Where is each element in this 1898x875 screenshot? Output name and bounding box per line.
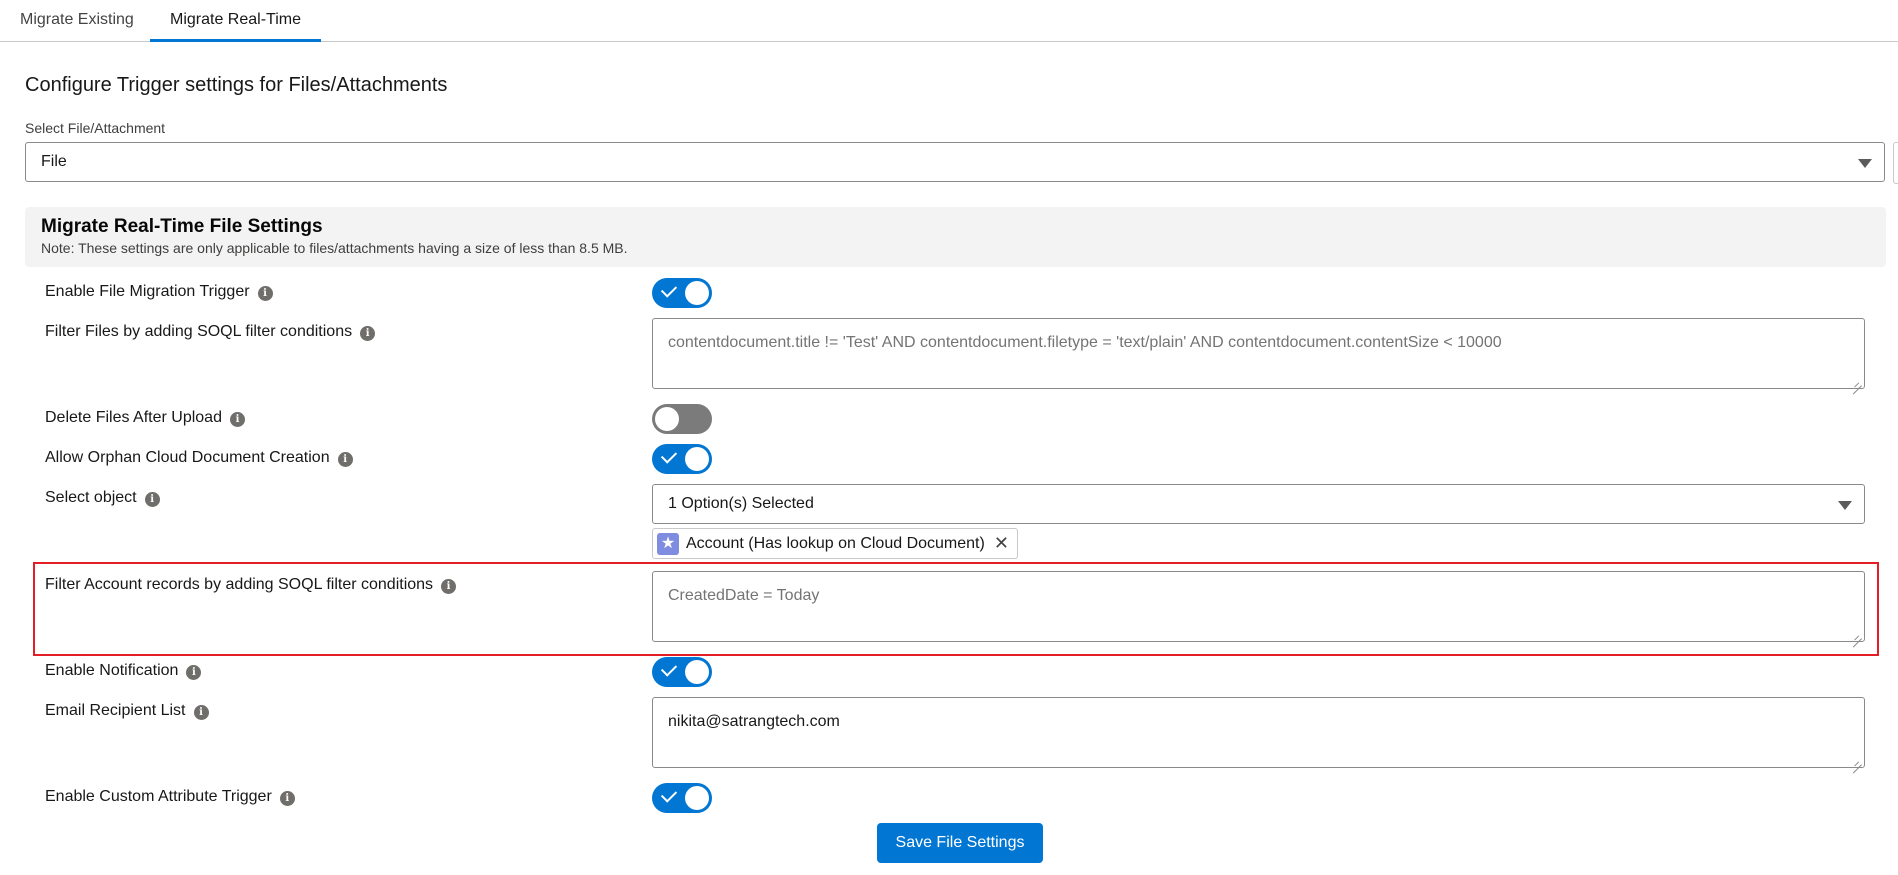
info-icon[interactable]: i (337, 452, 353, 467)
tab-migrate-real-time[interactable]: Migrate Real-Time (150, 0, 321, 42)
file-attachment-select-value: File (41, 153, 67, 170)
toggle-knob (685, 786, 709, 810)
filter-files-textarea[interactable]: contentdocument.title != 'Test' AND cont… (652, 318, 1865, 389)
section-note: Note: These settings are only applicable… (41, 240, 628, 256)
info-icon[interactable]: i (144, 492, 160, 507)
custom-attribute-label: Enable Custom Attribute Trigger i (45, 787, 295, 806)
delete-files-label: Delete Files After Upload i (45, 408, 245, 427)
delete-files-label-text: Delete Files After Upload (45, 408, 222, 426)
email-list-textarea[interactable]: nikita@satrangtech.com (652, 697, 1865, 768)
filter-account-placeholder: CreatedDate = Today (668, 587, 820, 604)
selected-object-pill: ★ Account (Has lookup on Cloud Document)… (652, 528, 1018, 559)
star-icon: ★ (657, 533, 679, 555)
email-list-label: Email Recipient List i (45, 701, 209, 720)
toggle-knob (685, 447, 709, 471)
chevron-down-icon (1838, 501, 1852, 510)
chevron-down-icon (1858, 159, 1872, 168)
filter-account-label: Filter Account records by adding SOQL fi… (45, 575, 457, 594)
pill-label: Account (Has lookup on Cloud Document) (686, 535, 985, 552)
resize-handle-icon[interactable] (1852, 376, 1862, 386)
page-title: Configure Trigger settings for Files/Att… (25, 74, 448, 96)
toggle-knob (685, 281, 709, 305)
checkmark-icon (660, 447, 678, 464)
enable-notification-label-text: Enable Notification (45, 661, 179, 679)
file-attachment-select[interactable]: File (25, 142, 1885, 182)
email-list-label-text: Email Recipient List (45, 701, 186, 719)
checkmark-icon (660, 281, 678, 298)
enable-notification-label: Enable Notification i (45, 661, 202, 680)
select-object-label: Select object i (45, 488, 160, 507)
edge-divider (1893, 142, 1898, 184)
tab-migrate-existing[interactable]: Migrate Existing (0, 0, 154, 42)
filter-account-label-text: Filter Account records by adding SOQL fi… (45, 575, 434, 593)
info-icon[interactable]: i (229, 412, 245, 427)
resize-handle-icon[interactable] (1852, 755, 1862, 765)
allow-orphan-label: Allow Orphan Cloud Document Creation i (45, 448, 353, 467)
filter-account-textarea[interactable]: CreatedDate = Today (652, 571, 1865, 642)
filter-files-label: Filter Files by adding SOQL filter condi… (45, 322, 376, 341)
select-object-label-text: Select object (45, 488, 137, 506)
checkmark-icon (660, 786, 678, 803)
checkmark-icon (660, 660, 678, 677)
tab-bar: Migrate Existing Migrate Real-Time (0, 0, 1898, 42)
allow-orphan-toggle[interactable] (652, 444, 712, 474)
select-object-dropdown[interactable]: 1 Option(s) Selected (652, 484, 1865, 524)
custom-attribute-toggle[interactable] (652, 783, 712, 813)
toggle-knob (685, 660, 709, 684)
filter-files-placeholder: contentdocument.title != 'Test' AND cont… (668, 334, 1502, 351)
toggle-knob (655, 407, 679, 431)
delete-files-toggle[interactable] (652, 404, 712, 434)
select-object-value: 1 Option(s) Selected (668, 495, 814, 512)
section-title: Migrate Real-Time File Settings (41, 216, 323, 237)
enable-trigger-label: Enable File Migration Trigger i (45, 282, 273, 301)
save-file-settings-button[interactable]: Save File Settings (877, 823, 1043, 863)
email-list-value: nikita@satrangtech.com (668, 713, 840, 730)
custom-attribute-label-text: Enable Custom Attribute Trigger (45, 787, 272, 805)
resize-handle-icon[interactable] (1852, 629, 1862, 639)
info-icon[interactable]: i (360, 326, 376, 341)
info-icon[interactable]: i (257, 286, 273, 301)
settings-section-header: Migrate Real-Time File Settings Note: Th… (25, 207, 1886, 267)
enable-notification-toggle[interactable] (652, 657, 712, 687)
close-icon[interactable]: ✕ (994, 533, 1009, 554)
info-icon[interactable]: i (186, 665, 202, 680)
enable-trigger-label-text: Enable File Migration Trigger (45, 282, 250, 300)
file-attachment-select-label: Select File/Attachment (25, 120, 166, 136)
filter-files-label-text: Filter Files by adding SOQL filter condi… (45, 322, 353, 340)
enable-trigger-toggle[interactable] (652, 278, 712, 308)
info-icon[interactable]: i (193, 705, 209, 720)
info-icon[interactable]: i (279, 791, 295, 806)
allow-orphan-label-text: Allow Orphan Cloud Document Creation (45, 448, 330, 466)
info-icon[interactable]: i (441, 579, 457, 594)
